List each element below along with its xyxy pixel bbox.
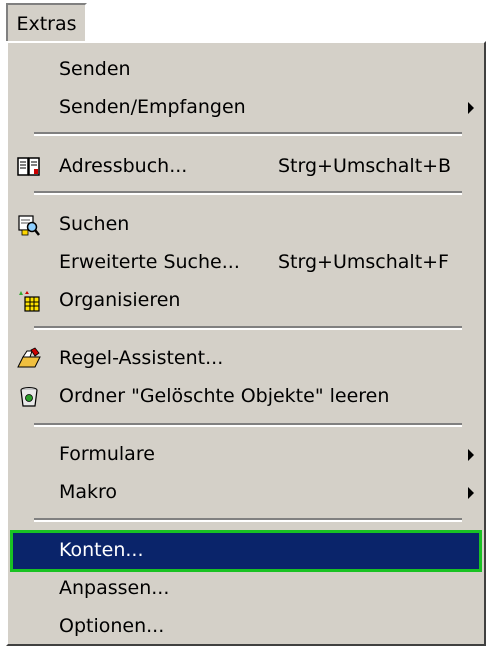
rules-wizard-icon	[17, 347, 41, 371]
menubar-extras-label: Extras	[16, 13, 77, 35]
menu-item-suchen[interactable]: Suchen	[12, 206, 480, 244]
address-book-icon	[17, 155, 41, 179]
menu-item-adressbuch[interactable]: Adressbuch... Strg+Umschalt+B	[12, 148, 480, 186]
menu-item-label: Formulare	[59, 443, 155, 465]
menu-item-makro[interactable]: Makro	[12, 474, 480, 512]
menu-item-erweiterte-suche[interactable]: Erweiterte Suche... Strg+Umschalt+F	[12, 244, 480, 282]
menu-separator	[34, 191, 462, 195]
menu-item-shortcut: Strg+Umschalt+B	[278, 155, 452, 177]
menu-separator	[34, 326, 462, 330]
submenu-arrow-icon	[468, 487, 474, 499]
menu-item-label: Organisieren	[59, 289, 181, 311]
menu-item-label: Suchen	[59, 213, 130, 235]
menu-item-label: Anpassen...	[59, 577, 170, 599]
menu-item-konten[interactable]: Konten...	[10, 530, 482, 572]
menubar-extras[interactable]: Extras	[6, 3, 87, 41]
menu-item-formulare[interactable]: Formulare	[12, 436, 480, 474]
menu-item-label: Erweiterte Suche...	[59, 251, 240, 273]
menu-item-anpassen[interactable]: Anpassen...	[12, 570, 480, 608]
menu-item-senden[interactable]: Senden	[12, 51, 480, 89]
search-icon	[17, 213, 41, 237]
menu-item-label: Regel-Assistent...	[59, 347, 224, 369]
organize-icon	[17, 289, 41, 313]
empty-trash-icon	[17, 385, 41, 409]
menu-item-label: Senden	[59, 58, 131, 80]
menu-separator	[34, 423, 462, 427]
menu-item-label: Konten...	[59, 539, 144, 561]
submenu-arrow-icon	[468, 449, 474, 461]
menu-item-ordner-leeren[interactable]: Ordner "Gelöschte Objekte" leeren	[12, 378, 480, 416]
menu-item-optionen[interactable]: Optionen...	[12, 608, 480, 646]
menu-item-regel-assistent[interactable]: Regel-Assistent...	[12, 340, 480, 378]
menu-item-organisieren[interactable]: Organisieren	[12, 282, 480, 320]
extras-menu: Senden Senden/Empfangen Adressbuch... St…	[6, 41, 486, 646]
menu-separator	[34, 518, 462, 522]
menu-item-label: Ordner "Gelöschte Objekte" leeren	[59, 385, 390, 407]
menu-separator	[34, 132, 462, 136]
menu-item-label: Adressbuch...	[59, 155, 188, 177]
menu-item-senden-empfangen[interactable]: Senden/Empfangen	[12, 89, 480, 127]
menu-item-label: Senden/Empfangen	[59, 96, 246, 118]
menu-item-shortcut: Strg+Umschalt+F	[278, 251, 449, 273]
submenu-arrow-icon	[468, 102, 474, 114]
menu-item-label: Makro	[59, 481, 118, 503]
menu-item-label: Optionen...	[59, 615, 165, 637]
